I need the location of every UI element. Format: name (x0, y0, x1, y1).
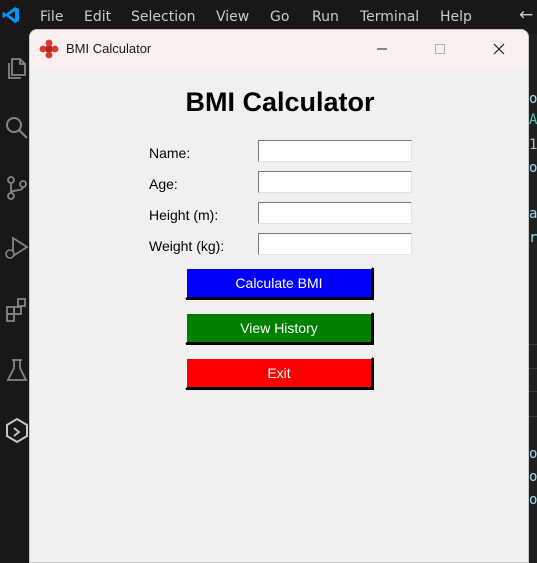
editor-text-fragment: o (529, 469, 537, 485)
editor-text-fragment: 1 (529, 137, 537, 153)
app-heading: BMI Calculator (185, 87, 375, 117)
source-control-icon[interactable] (3, 174, 31, 202)
run-debug-icon[interactable] (3, 234, 31, 262)
name-label: Name: (149, 145, 191, 161)
view-history-button[interactable]: View History (185, 312, 373, 344)
menu-view[interactable]: View (216, 9, 249, 25)
minimize-icon[interactable] (371, 38, 393, 60)
remote-explorer-icon[interactable] (3, 416, 31, 444)
back-arrow-icon[interactable]: ← (519, 5, 533, 25)
exit-button[interactable]: Exit (185, 357, 373, 389)
explorer-files-icon[interactable] (3, 54, 31, 82)
age-field[interactable] (258, 171, 412, 193)
app-feather-icon (39, 39, 59, 59)
editor-text-fragment: A (529, 112, 537, 128)
editor-divider (529, 368, 537, 369)
editor-text-fragment: o (529, 492, 537, 508)
menu-file[interactable]: File (40, 9, 63, 25)
menu-edit[interactable]: Edit (84, 9, 111, 25)
extensions-icon[interactable] (3, 296, 31, 324)
age-label: Age: (149, 176, 178, 192)
height-label: Height (m): (149, 207, 219, 223)
editor-text-fragment: a (529, 206, 537, 222)
vscode-logo-icon (2, 7, 19, 23)
menu-selection[interactable]: Selection (131, 9, 196, 25)
testing-flask-icon[interactable] (3, 356, 31, 384)
close-icon[interactable] (488, 38, 510, 60)
maximize-icon[interactable] (429, 38, 451, 60)
editor-divider (529, 416, 537, 417)
search-icon[interactable] (3, 114, 31, 142)
window-titlebar[interactable]: BMI Calculator (30, 30, 528, 68)
menu-run[interactable]: Run (312, 9, 339, 25)
editor-text-fragment: o (529, 160, 537, 176)
menu-terminal[interactable]: Terminal (360, 9, 419, 25)
menu-go[interactable]: Go (270, 9, 289, 25)
height-field[interactable] (258, 202, 412, 224)
window-title: BMI Calculator (66, 41, 152, 56)
name-field[interactable] (258, 140, 412, 162)
editor-text-fragment: o (529, 446, 537, 462)
editor-text-fragment: r (529, 230, 537, 246)
editor-divider (529, 344, 537, 345)
bmi-calculator-window: BMI Calculator BMI Calculator Name: Age:… (29, 29, 529, 563)
menu-help[interactable]: Help (440, 9, 472, 25)
weight-label: Weight (kg): (149, 238, 225, 254)
calculate-bmi-button[interactable]: Calculate BMI (185, 267, 373, 299)
editor-divider (529, 391, 537, 392)
editor-text-fragment: o (529, 91, 537, 107)
weight-field[interactable] (258, 233, 412, 255)
